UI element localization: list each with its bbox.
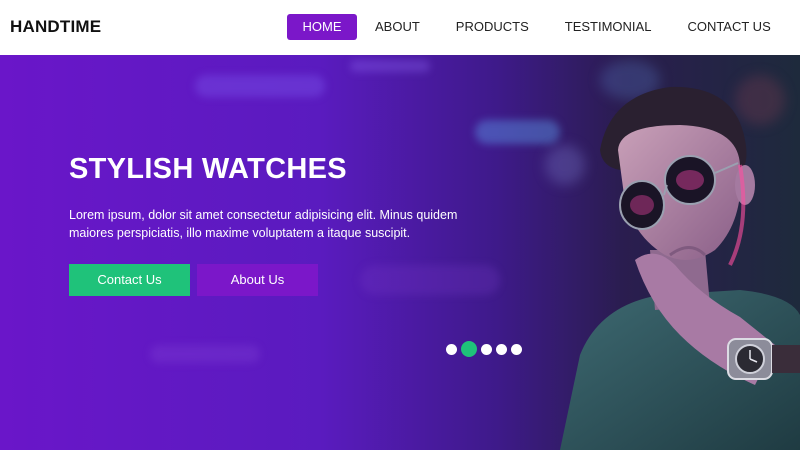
main-nav: HOME ABOUT PRODUCTS TESTIMONIAL CONTACT …	[287, 14, 789, 40]
carousel-indicators	[446, 341, 526, 357]
carousel-dot-active[interactable]	[461, 341, 477, 357]
about-us-button[interactable]: About Us	[197, 264, 318, 296]
site-header: HANDTIME HOME ABOUT PRODUCTS TESTIMONIAL…	[0, 0, 800, 55]
nav-testimonial[interactable]: TESTIMONIAL	[547, 14, 670, 40]
nav-home[interactable]: HOME	[287, 14, 357, 40]
bokeh-light	[150, 345, 260, 363]
bokeh-light	[350, 60, 430, 72]
brand-logo[interactable]: HANDTIME	[10, 17, 101, 37]
carousel-dot[interactable]	[446, 343, 457, 355]
contact-us-button[interactable]: Contact Us	[69, 264, 190, 296]
carousel-dot[interactable]	[511, 343, 522, 355]
model-with-watch-image	[560, 86, 800, 450]
nav-products[interactable]: PRODUCTS	[438, 14, 547, 40]
nav-contact-us[interactable]: CONTACT US	[669, 14, 788, 40]
hero-description: Lorem ipsum, dolor sit amet consectetur …	[69, 208, 458, 240]
nav-about[interactable]: ABOUT	[357, 14, 438, 40]
carousel-dot[interactable]	[481, 343, 492, 355]
carousel-dot[interactable]	[496, 343, 507, 355]
bokeh-light	[195, 75, 325, 97]
bokeh-light	[360, 265, 500, 295]
hero-title: STYLISH WATCHES	[69, 153, 347, 185]
hero-banner: STYLISH WATCHES Lorem ipsum, dolor sit a…	[0, 55, 800, 450]
